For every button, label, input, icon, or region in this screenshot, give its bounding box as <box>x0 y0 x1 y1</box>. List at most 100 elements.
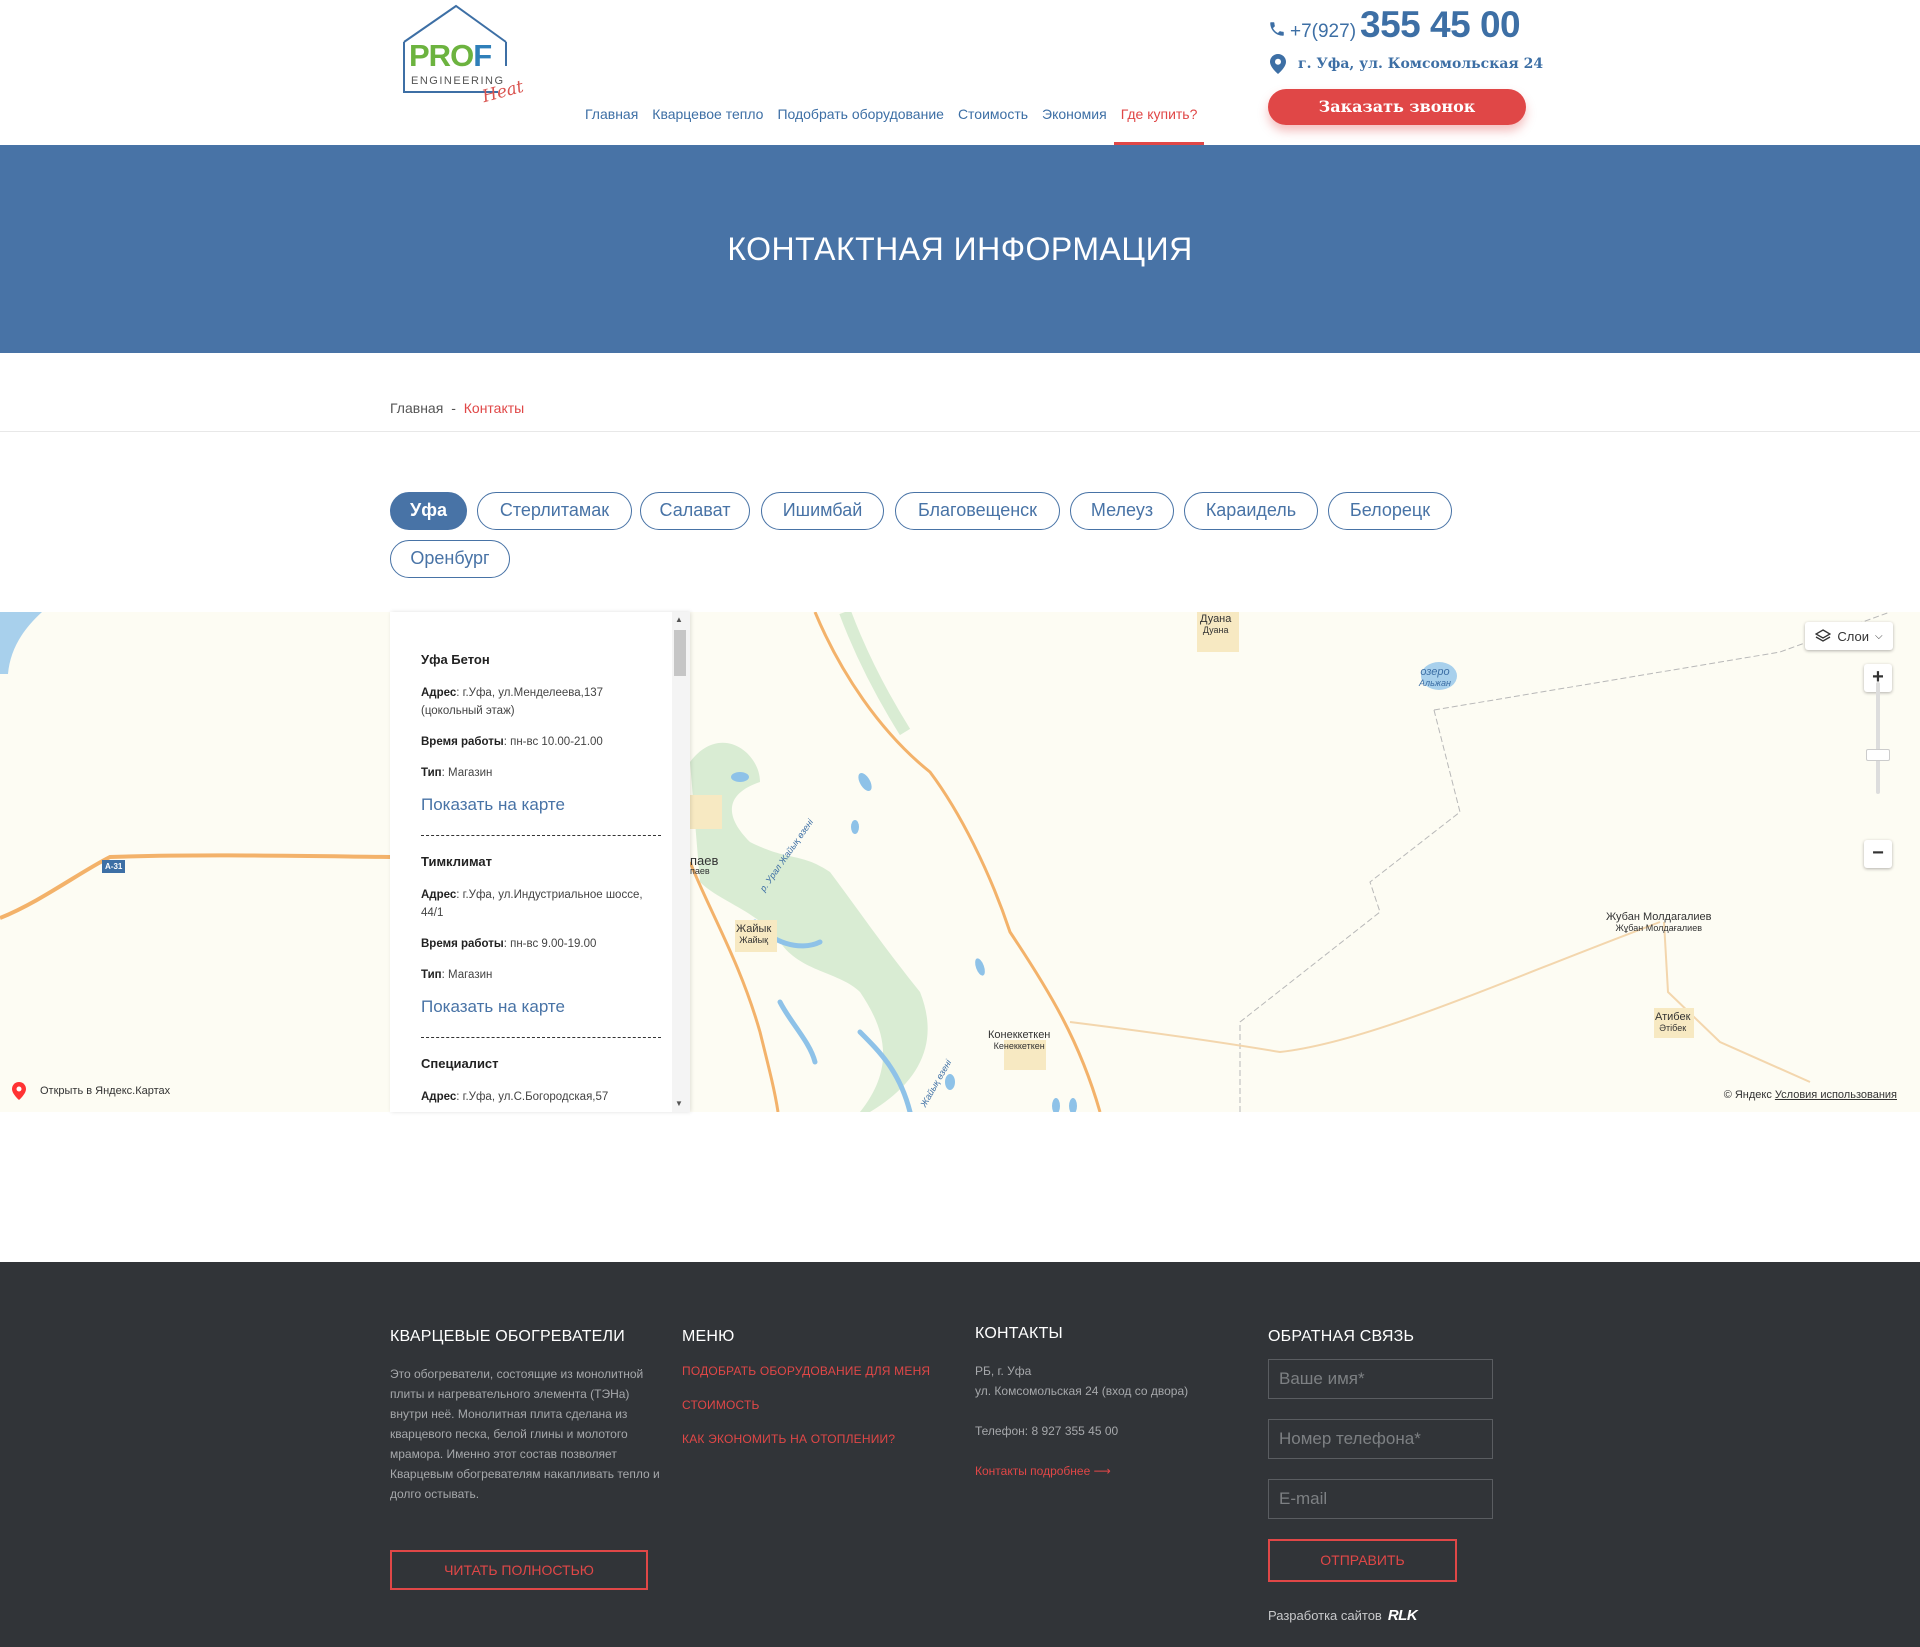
scroll-up-icon[interactable]: ▲ <box>675 615 683 624</box>
zoom-out-button[interactable]: − <box>1864 840 1892 868</box>
phone-icon <box>1270 22 1284 36</box>
footer-menu-title: МЕНЮ <box>682 1328 735 1345</box>
footer-contacts: КОНТАКТЫ РБ, г. Уфа ул. Комсомольская 24… <box>975 1325 1245 1481</box>
footer-about-title: КВАРЦЕВЫЕ ОБОГРЕВАТЕЛИ <box>390 1328 625 1345</box>
shops-list: Уфа Бетон Адрес: г.Уфа, ул.Менделеева,13… <box>421 652 661 1112</box>
city-tab-karaidel[interactable]: Караидель <box>1184 492 1318 530</box>
city-tab-ufa[interactable]: Уфа <box>390 492 467 530</box>
footer-menu-link-price[interactable]: СТОИМОСТЬ <box>682 1398 952 1412</box>
map-label-zhuban: Жубан Молдагалиев Жұбан Молдағалиев <box>1606 911 1712 934</box>
nav-item-where-to-buy[interactable]: Где купить? <box>1113 100 1205 145</box>
map-label-duana: Дуана Дуана <box>1200 613 1232 636</box>
city-tab-salavat[interactable]: Салават <box>640 492 750 530</box>
nav-item-quartz-heat[interactable]: Кварцевое тепло <box>645 100 770 145</box>
map-layers-label: Слои <box>1837 628 1870 644</box>
show-on-map-link[interactable]: Показать на карте <box>421 997 661 1017</box>
footer-menu-link-equipment[interactable]: ПОДОБРАТЬ ОБОРУДОВАНИЕ ДЛЯ МЕНЯ <box>682 1364 952 1378</box>
list-scrollbar[interactable] <box>672 612 690 1112</box>
list-item: Тимклимат Адрес: г.Уфа, ул.Индустриально… <box>421 854 661 1038</box>
developer-credit-text: Разработка сайтов <box>1268 1608 1382 1623</box>
site-header: PROF ENGINEERING Heat Главная Кварцевое … <box>0 0 1920 145</box>
map-layers-button[interactable]: Слои ⌵ <box>1805 622 1893 650</box>
city-tab-sterlitamak[interactable]: Стерлитамак <box>477 492 632 530</box>
map-label-kapaev: паев паев <box>690 853 719 876</box>
shop-address: Адрес: г.Уфа, ул.Менделеева,137 (цокольн… <box>421 687 604 717</box>
yandex-map[interactable]: Дуана Дуана озеро Альжан Жубан Молдагалиев… <box>0 612 1920 1112</box>
footer-contacts-phone: Телефон: 8 927 355 45 00 <box>975 1424 1119 1438</box>
city-tab-meleuz[interactable]: Мелеуз <box>1070 492 1174 530</box>
site-logo[interactable]: PROF ENGINEERING Heat <box>398 4 526 108</box>
footer-contacts-city: РБ, г. Уфа <box>975 1364 1032 1378</box>
main-nav: Главная Кварцевое тепло Подобрать оборуд… <box>578 100 1205 145</box>
logo-prof-text: PROF <box>409 38 492 73</box>
site-footer: КВАРЦЕВЫЕ ОБОГРЕВАТЕЛИ Это обогреватели,… <box>0 1262 1920 1647</box>
page-title: КОНТАКТНАЯ ИНФОРМАЦИЯ <box>727 231 1193 267</box>
nav-item-equipment[interactable]: Подобрать оборудование <box>770 100 951 145</box>
footer-contacts-more-link[interactable]: Контакты подробнее ⟶ <box>975 1464 1111 1478</box>
divider <box>0 431 1920 432</box>
map-copyright-text: © Яндекс <box>1723 1089 1772 1101</box>
breadcrumb-current: Контакты <box>463 400 525 416</box>
footer-menu-link-economy[interactable]: КАК ЭКОНОМИТЬ НА ОТОПЛЕНИИ? <box>682 1432 952 1446</box>
list-scrollbar-thumb[interactable] <box>674 630 686 676</box>
shop-name: Уфа Бетон <box>421 652 490 667</box>
chevron-down-icon: ⌵ <box>1875 630 1883 642</box>
footer-about-text: Это обогреватели, состоящие из монолитно… <box>390 1367 660 1501</box>
footer-menu: МЕНЮ ПОДОБРАТЬ ОБОРУДОВАНИЕ ДЛЯ МЕНЯ СТО… <box>682 1328 952 1466</box>
header-address: г. Уфа, ул. Комсомольская 24 <box>1268 54 1543 74</box>
city-tab-orenburg[interactable]: Оренбург <box>390 540 510 578</box>
feedback-name-input[interactable] <box>1268 1359 1493 1399</box>
shop-name: Тимклимат <box>421 854 493 869</box>
map-label-konek: Конеккеткен Кенеккеткен <box>988 1029 1051 1052</box>
feedback-send-button[interactable]: ОТПРАВИТЬ <box>1268 1539 1457 1582</box>
page-banner: КОНТАКТНАЯ ИНФОРМАЦИЯ <box>0 145 1920 353</box>
list-item: Уфа Бетон Адрес: г.Уфа, ул.Менделеева,13… <box>421 652 661 836</box>
footer-contacts-street: ул. Комсомольская 24 (вход со двора) <box>975 1384 1189 1398</box>
phone-prefix: +7(927) <box>1290 21 1357 42</box>
nav-item-price[interactable]: Стоимость <box>951 100 1035 145</box>
order-call-button[interactable]: Заказать звонок <box>1268 89 1526 125</box>
header-address-text: г. Уфа, ул. Комсомольская 24 <box>1298 56 1544 72</box>
shop-type: Тип: Магазин <box>421 969 493 981</box>
header-contacts: +7(927) 355 45 00 г. Уфа, ул. Комсомольс… <box>1268 4 1543 74</box>
nav-item-economy[interactable]: Экономия <box>1035 100 1114 145</box>
read-more-button[interactable]: ЧИТАТЬ ПОЛНОСТЬЮ <box>390 1550 648 1590</box>
zoom-slider-handle[interactable] <box>1866 749 1890 761</box>
header-phone[interactable]: +7(927) 355 45 00 <box>1268 4 1543 46</box>
footer-contacts-title: КОНТАКТЫ <box>975 1325 1063 1342</box>
nav-item-home[interactable]: Главная <box>578 100 645 145</box>
list-item: Специалист Адрес: г.Уфа, ул.С.Богородска… <box>421 1056 661 1112</box>
city-tab-ishimbay[interactable]: Ишимбай <box>761 492 884 530</box>
phone-number: 355 45 00 <box>1360 4 1521 45</box>
feedback-phone-input[interactable] <box>1268 1419 1493 1459</box>
open-in-yandex-maps-link[interactable]: Открыть в Яндекс.Картах <box>12 1082 170 1100</box>
layers-icon <box>1815 629 1832 642</box>
footer-feedback-title: ОБРАТНАЯ СВЯЗЬ <box>1268 1328 1415 1345</box>
map-copyright: © Яндекс Условия использования <box>1724 1089 1897 1101</box>
shop-type: Тип: Магазин <box>421 767 493 779</box>
map-label-ozero: озеро Альжан <box>1419 666 1451 689</box>
shop-name: Специалист <box>421 1056 499 1071</box>
show-on-map-link[interactable]: Показать на карте <box>421 795 661 815</box>
feedback-email-input[interactable] <box>1268 1479 1493 1519</box>
shops-list-panel[interactable]: Уфа Бетон Адрес: г.Уфа, ул.Менделеева,13… <box>390 612 690 1112</box>
breadcrumb-separator: - <box>451 400 456 416</box>
location-pin-icon <box>1270 54 1286 74</box>
yandex-pin-icon <box>12 1082 26 1100</box>
shop-address: Адрес: г.Уфа, ул.Индустриальное шоссе, 4… <box>421 889 643 919</box>
breadcrumb-home[interactable]: Главная <box>390 400 443 416</box>
developer-logo: RLK <box>1387 1607 1418 1624</box>
map-terms-link[interactable]: Условия использования <box>1775 1089 1897 1101</box>
developer-credit[interactable]: Разработка сайтов RLK <box>1268 1607 1418 1624</box>
map-label-atibek: Атибек Әтібек <box>1655 1011 1691 1034</box>
zoom-slider-track[interactable] <box>1876 682 1880 794</box>
map-road-sign: А-31 <box>102 860 126 873</box>
map-terrain <box>0 612 1891 1112</box>
shop-hours: Время работы: пн-вс 10.00-21.00 <box>421 736 603 748</box>
shop-address: Адрес: г.Уфа, ул.С.Богородская,57 <box>421 1091 609 1103</box>
city-tab-beloretsk[interactable]: Белорецк <box>1328 492 1452 530</box>
city-tab-blagoveshchensk[interactable]: Благовещенск <box>895 492 1060 530</box>
breadcrumb: Главная - Контакты <box>390 400 524 416</box>
scroll-down-icon[interactable]: ▼ <box>675 1099 683 1108</box>
open-in-yandex-maps-text: Открыть в Яндекс.Картах <box>40 1085 171 1097</box>
